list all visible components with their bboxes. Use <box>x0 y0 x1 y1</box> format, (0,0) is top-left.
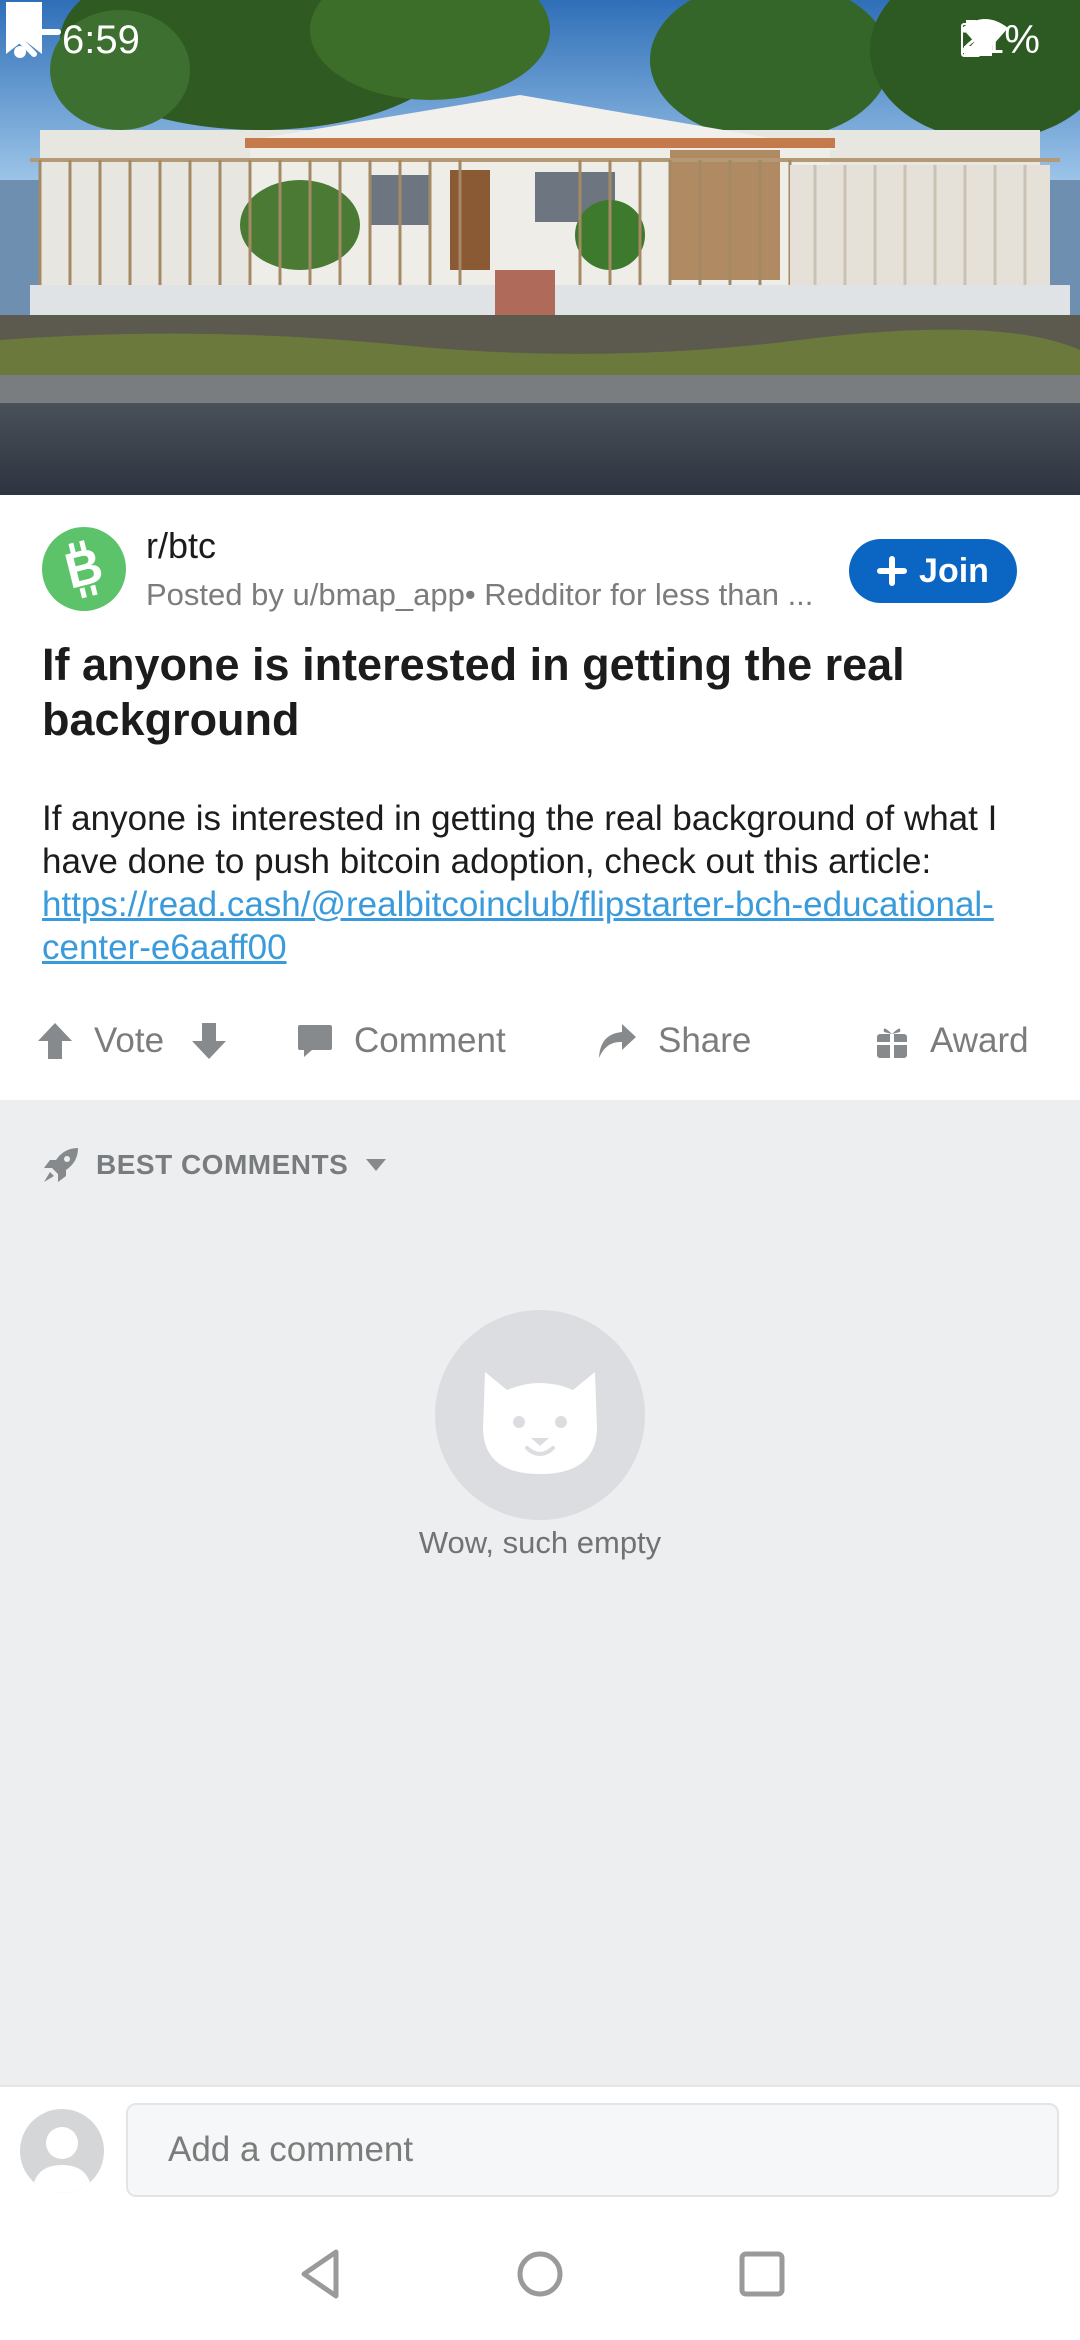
status-icons: 21% <box>960 18 1040 63</box>
plus-icon <box>877 556 908 586</box>
downvote-arrow-icon[interactable] <box>190 1021 228 1061</box>
award-button[interactable]: Award <box>874 1021 1029 1061</box>
post-body-text: If anyone is interested in getting the r… <box>42 799 998 881</box>
subreddit-avatar[interactable]: B <box>42 527 126 611</box>
subreddit-name[interactable]: r/btc <box>146 525 216 567</box>
user-silhouette-icon <box>32 2127 92 2193</box>
share-button[interactable]: Share <box>596 1021 751 1061</box>
vote-group: Vote <box>36 1021 228 1061</box>
share-label: Share <box>658 1021 752 1060</box>
upvote-arrow-icon[interactable] <box>36 1021 74 1061</box>
join-button[interactable]: Join <box>849 539 1017 603</box>
comment-label: Comment <box>354 1021 506 1060</box>
vote-label: Vote <box>94 1021 165 1060</box>
nav-back-icon[interactable] <box>292 2244 352 2304</box>
comment-sort-selector[interactable]: BEST COMMENTS <box>42 1146 388 1184</box>
add-comment-input[interactable] <box>126 2103 1059 2197</box>
post-link[interactable]: https://read.cash/@realbitcoinclub/flips… <box>42 885 994 967</box>
post-card: B r/btc Posted by u/bmap_app• Redditor f… <box>0 495 1080 1100</box>
comment-composer <box>0 2085 1080 2210</box>
empty-state-text: Wow, such empty <box>418 1525 662 1560</box>
post-author-meta[interactable]: Posted by u/bmap_app• Redditor for less … <box>146 577 836 613</box>
sort-label: BEST COMMENTS <box>96 1149 349 1180</box>
bitcoin-cash-logo-icon: B <box>59 536 108 599</box>
caret-down-icon <box>366 1159 387 1171</box>
join-button-label: Join <box>919 551 989 590</box>
post-action-bar: Vote Comment Share Award <box>0 1005 1080 1085</box>
more-options-icon[interactable] <box>0 0 40 64</box>
post-body: If anyone is interested in getting the r… <box>42 797 1042 969</box>
status-time: 6:59 <box>62 18 140 62</box>
empty-state-illustration <box>435 1310 645 1520</box>
post-title: If anyone is interested in getting the r… <box>42 639 905 745</box>
comments-section: BEST COMMENTS Wow, such empty <box>0 1100 1080 2085</box>
award-label: Award <box>930 1021 1029 1060</box>
comment-button[interactable]: Comment <box>296 1021 506 1061</box>
gift-award-icon <box>877 1028 907 1058</box>
battery-icon <box>960 20 981 57</box>
nav-recents-icon[interactable] <box>732 2244 792 2304</box>
share-arrow-icon <box>599 1024 636 1058</box>
nav-home-icon[interactable] <box>510 2244 570 2304</box>
cat-face-icon <box>483 1372 597 1474</box>
user-avatar <box>20 2109 104 2193</box>
status-bar: 6:59 21% <box>0 0 1080 80</box>
rocket-icon <box>44 1148 78 1182</box>
post-header-image[interactable]: 6:59 21% <box>0 0 1080 495</box>
comment-bubble-icon <box>298 1025 332 1057</box>
system-navigation-bar <box>0 2210 1080 2340</box>
